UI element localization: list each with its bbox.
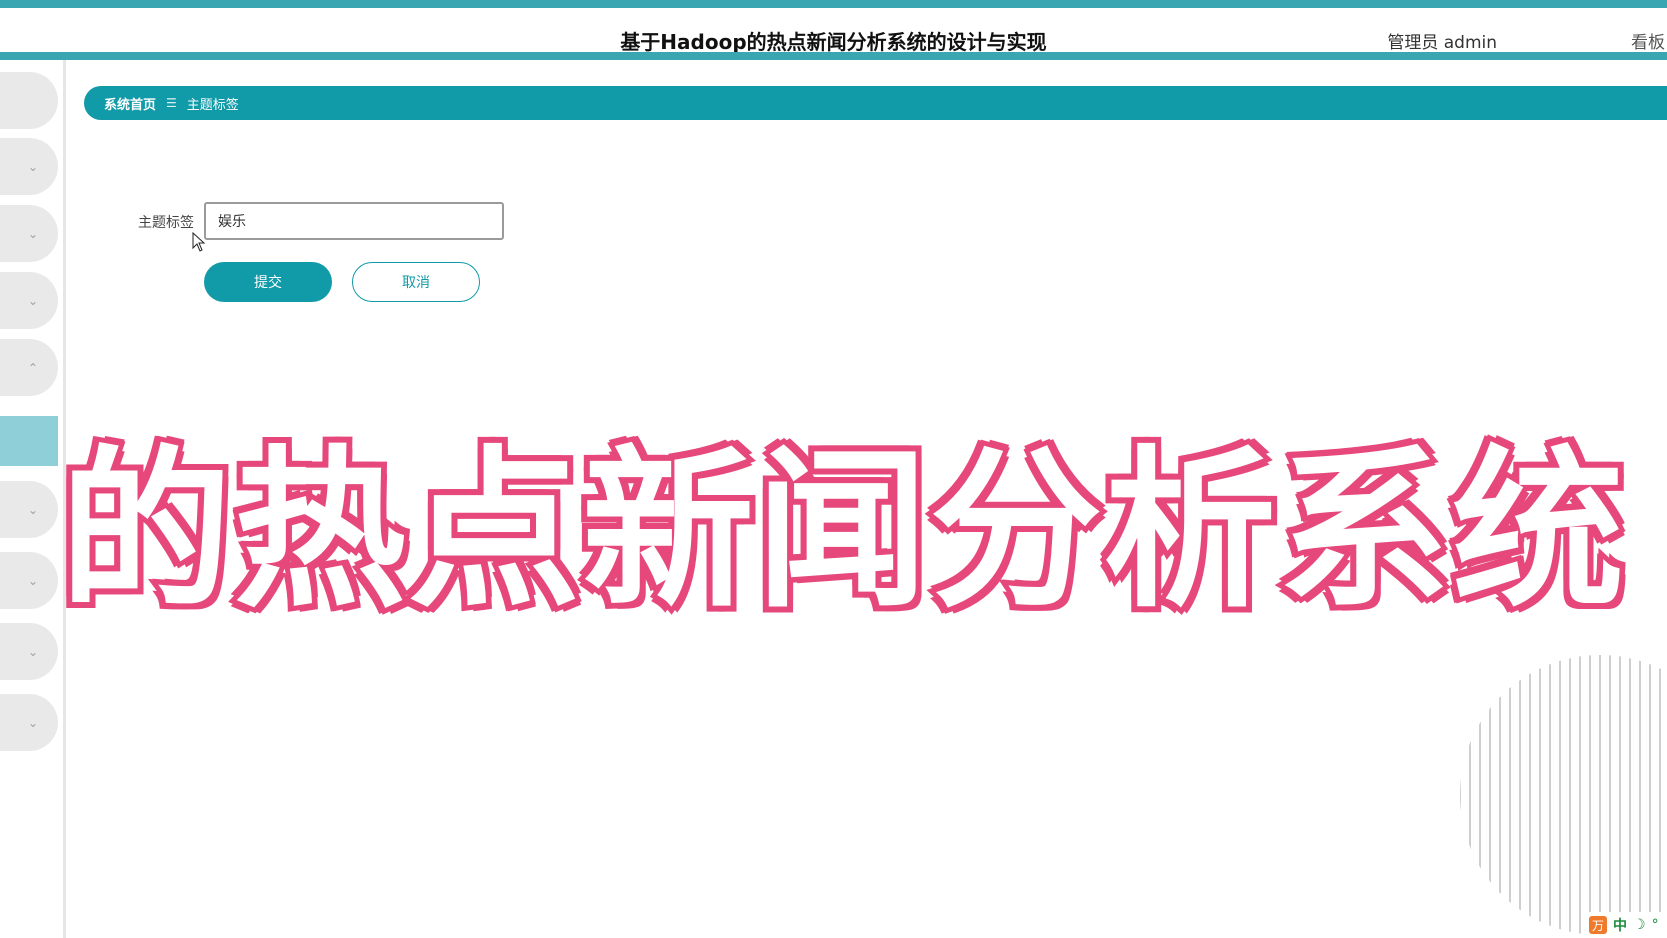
tag-input[interactable] xyxy=(204,202,504,240)
sidebar-item-2[interactable]: ⌄ xyxy=(0,138,58,195)
breadcrumb: 系统首页 ☰ 主题标签 xyxy=(84,86,1667,120)
breadcrumb-current: 主题标签 xyxy=(186,97,239,113)
sidebar-item-7[interactable]: ⌄ xyxy=(0,552,58,609)
ime-tray: 万 中 ☽ ° xyxy=(1583,912,1667,938)
chevron-up-icon: ⌃ xyxy=(27,360,39,375)
board-link[interactable]: 看板 xyxy=(1631,28,1665,53)
breadcrumb-home[interactable]: 系统首页 xyxy=(104,94,156,113)
top-stripe xyxy=(0,0,1667,8)
sidebar-item-4[interactable]: ⌄ xyxy=(0,272,58,329)
header-stripe xyxy=(0,52,1667,60)
chevron-down-icon: ⌄ xyxy=(27,226,39,241)
sidebar-item-3[interactable]: ⌄ xyxy=(0,205,58,262)
app-window: 基于Hadoop的热点新闻分析系统的设计与实现 管理员 admin 看板 ⌄ ⌄… xyxy=(0,0,1667,938)
sidebar-item-8[interactable]: ⌄ xyxy=(0,623,58,680)
sidebar-item-5[interactable]: ⌃ xyxy=(0,339,58,396)
sidebar-item-1[interactable] xyxy=(0,72,58,129)
chevron-down-icon: ⌄ xyxy=(27,573,39,588)
header: 基于Hadoop的热点新闻分析系统的设计与实现 管理员 admin 看板 xyxy=(0,8,1667,54)
submit-button[interactable]: 提交 xyxy=(204,262,332,302)
chevron-down-icon: ⌄ xyxy=(27,502,39,517)
chevron-down-icon: ⌄ xyxy=(27,715,39,730)
sidebar-subitem-active[interactable] xyxy=(0,416,58,466)
moon-icon[interactable]: ☽ xyxy=(1633,917,1646,933)
tag-field-label: 主题标签 xyxy=(138,215,194,231)
menu-icon: ☰ xyxy=(166,96,177,110)
sidebar-item-6[interactable]: ⌄ xyxy=(0,481,58,538)
overlay-title-text: 的热点新闻分析系统 xyxy=(55,425,1629,635)
mouse-cursor-icon xyxy=(192,232,206,252)
decorative-stripes xyxy=(1460,655,1661,935)
chevron-down-icon: ⌄ xyxy=(27,159,39,174)
chevron-down-icon: ⌄ xyxy=(27,644,39,659)
ime-logo-icon[interactable]: 万 xyxy=(1589,916,1607,934)
chevron-down-icon: ⌄ xyxy=(27,293,39,308)
punctuation-icon[interactable]: ° xyxy=(1652,917,1659,933)
ime-mode-toggle[interactable]: 中 xyxy=(1613,915,1627,935)
cancel-button[interactable]: 取消 xyxy=(352,262,480,302)
admin-user-label[interactable]: 管理员 admin xyxy=(1387,28,1497,53)
sidebar-item-9[interactable]: ⌄ xyxy=(0,694,58,751)
